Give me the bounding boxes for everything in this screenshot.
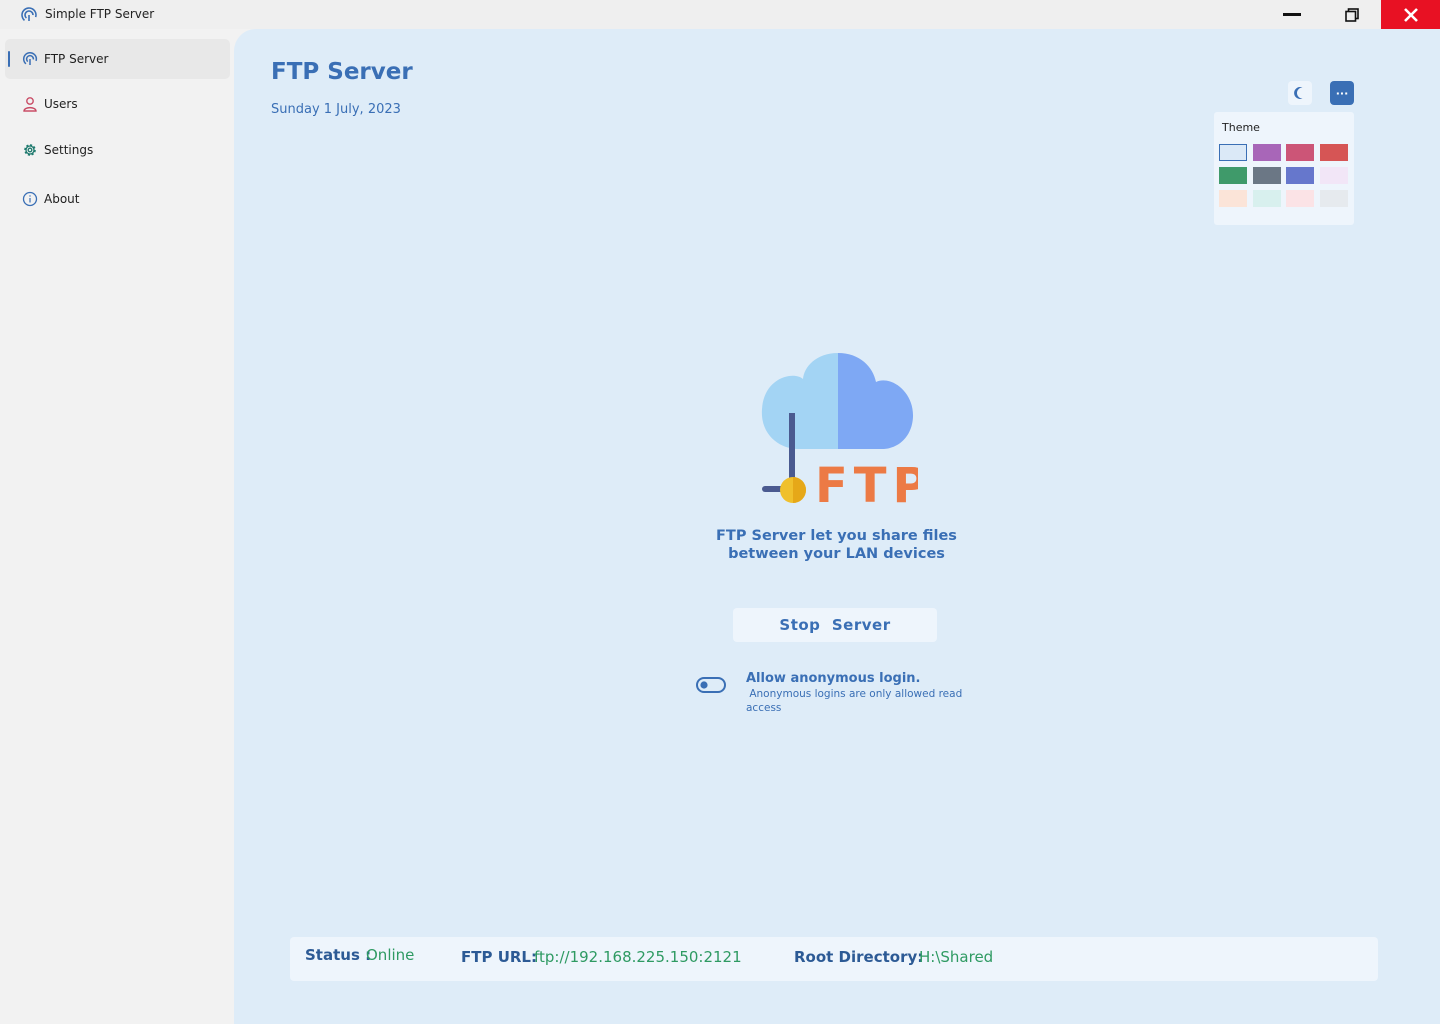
status-bar: Status : Online FTP URL: ftp://192.168.2… bbox=[290, 937, 1378, 981]
title-bar: Simple FTP Server bbox=[0, 0, 1440, 29]
gear-icon bbox=[24, 144, 36, 156]
ftp-cloud-logo: FTP bbox=[761, 353, 918, 507]
sidebar-item-about[interactable]: About bbox=[5, 179, 230, 219]
ftp-broadcast-icon bbox=[22, 51, 38, 67]
app-icon bbox=[21, 7, 37, 23]
sidebar: FTP Server Users Settings About bbox=[0, 29, 234, 1024]
close-button[interactable] bbox=[1381, 0, 1440, 29]
ftp-url-label: FTP URL: bbox=[461, 948, 537, 966]
theme-panel: Theme bbox=[1214, 112, 1354, 225]
theme-swatch[interactable] bbox=[1286, 190, 1314, 207]
sidebar-item-users[interactable]: Users bbox=[5, 84, 230, 124]
anonymous-login-title: Allow anonymous login. bbox=[746, 671, 921, 686]
active-indicator bbox=[8, 51, 10, 67]
info-icon bbox=[22, 191, 38, 207]
theme-swatch[interactable] bbox=[1319, 190, 1348, 207]
theme-swatch[interactable] bbox=[1219, 190, 1247, 207]
sidebar-item-settings[interactable]: Settings bbox=[5, 130, 230, 170]
more-options-button[interactable]: ··· bbox=[1330, 81, 1354, 105]
close-icon bbox=[1403, 7, 1418, 22]
page-date: Sunday 1 July, 2023 bbox=[271, 102, 401, 117]
user-icon bbox=[23, 97, 37, 112]
restore-button[interactable] bbox=[1323, 0, 1381, 29]
theme-swatch[interactable] bbox=[1252, 144, 1281, 161]
sidebar-item-label: FTP Server bbox=[44, 52, 109, 66]
theme-swatch[interactable] bbox=[1219, 167, 1247, 184]
stop-server-button[interactable]: Stop Server bbox=[733, 608, 937, 642]
root-directory-label: Root Directory: bbox=[794, 948, 924, 966]
sidebar-item-label: About bbox=[44, 192, 80, 206]
anonymous-login-toggle[interactable] bbox=[696, 677, 726, 693]
theme-swatch[interactable] bbox=[1319, 167, 1348, 184]
dark-mode-button[interactable] bbox=[1288, 81, 1312, 105]
theme-swatch[interactable] bbox=[1252, 167, 1281, 184]
description-line: FTP Server let you share files bbox=[716, 528, 957, 544]
theme-label: Theme bbox=[1222, 121, 1260, 134]
ellipsis-icon: ··· bbox=[1335, 86, 1349, 100]
moon-icon bbox=[1294, 87, 1303, 99]
page-title: FTP Server bbox=[271, 59, 413, 85]
ftp-url-value[interactable]: ftp://192.168.225.150:2121 bbox=[534, 948, 742, 966]
main-panel: FTP Server Sunday 1 July, 2023 ··· Theme… bbox=[234, 29, 1440, 1024]
theme-swatch[interactable] bbox=[1319, 144, 1348, 161]
root-directory-value: H:\Shared bbox=[919, 948, 994, 966]
hero-logo-text: FTP bbox=[815, 458, 918, 507]
minimize-icon bbox=[1283, 12, 1301, 16]
status-label: Status : bbox=[305, 946, 372, 964]
theme-swatch[interactable] bbox=[1252, 190, 1281, 207]
theme-swatch[interactable] bbox=[1219, 144, 1247, 161]
theme-swatch[interactable] bbox=[1286, 167, 1314, 184]
window-title: Simple FTP Server bbox=[45, 7, 155, 21]
minimize-button[interactable] bbox=[1263, 0, 1321, 29]
description-text: FTP Server let you share files between y… bbox=[674, 527, 999, 563]
sidebar-item-label: Settings bbox=[44, 143, 94, 157]
description-line: between your LAN devices bbox=[728, 546, 945, 562]
sidebar-item-ftp-server[interactable]: FTP Server bbox=[5, 39, 230, 79]
restore-icon bbox=[1345, 7, 1359, 22]
sidebar-item-label: Users bbox=[44, 97, 78, 111]
anonymous-login-subtitle: Anonymous logins are only allowed read a… bbox=[746, 688, 966, 714]
status-value: Online bbox=[366, 946, 415, 964]
theme-swatch[interactable] bbox=[1286, 144, 1314, 161]
